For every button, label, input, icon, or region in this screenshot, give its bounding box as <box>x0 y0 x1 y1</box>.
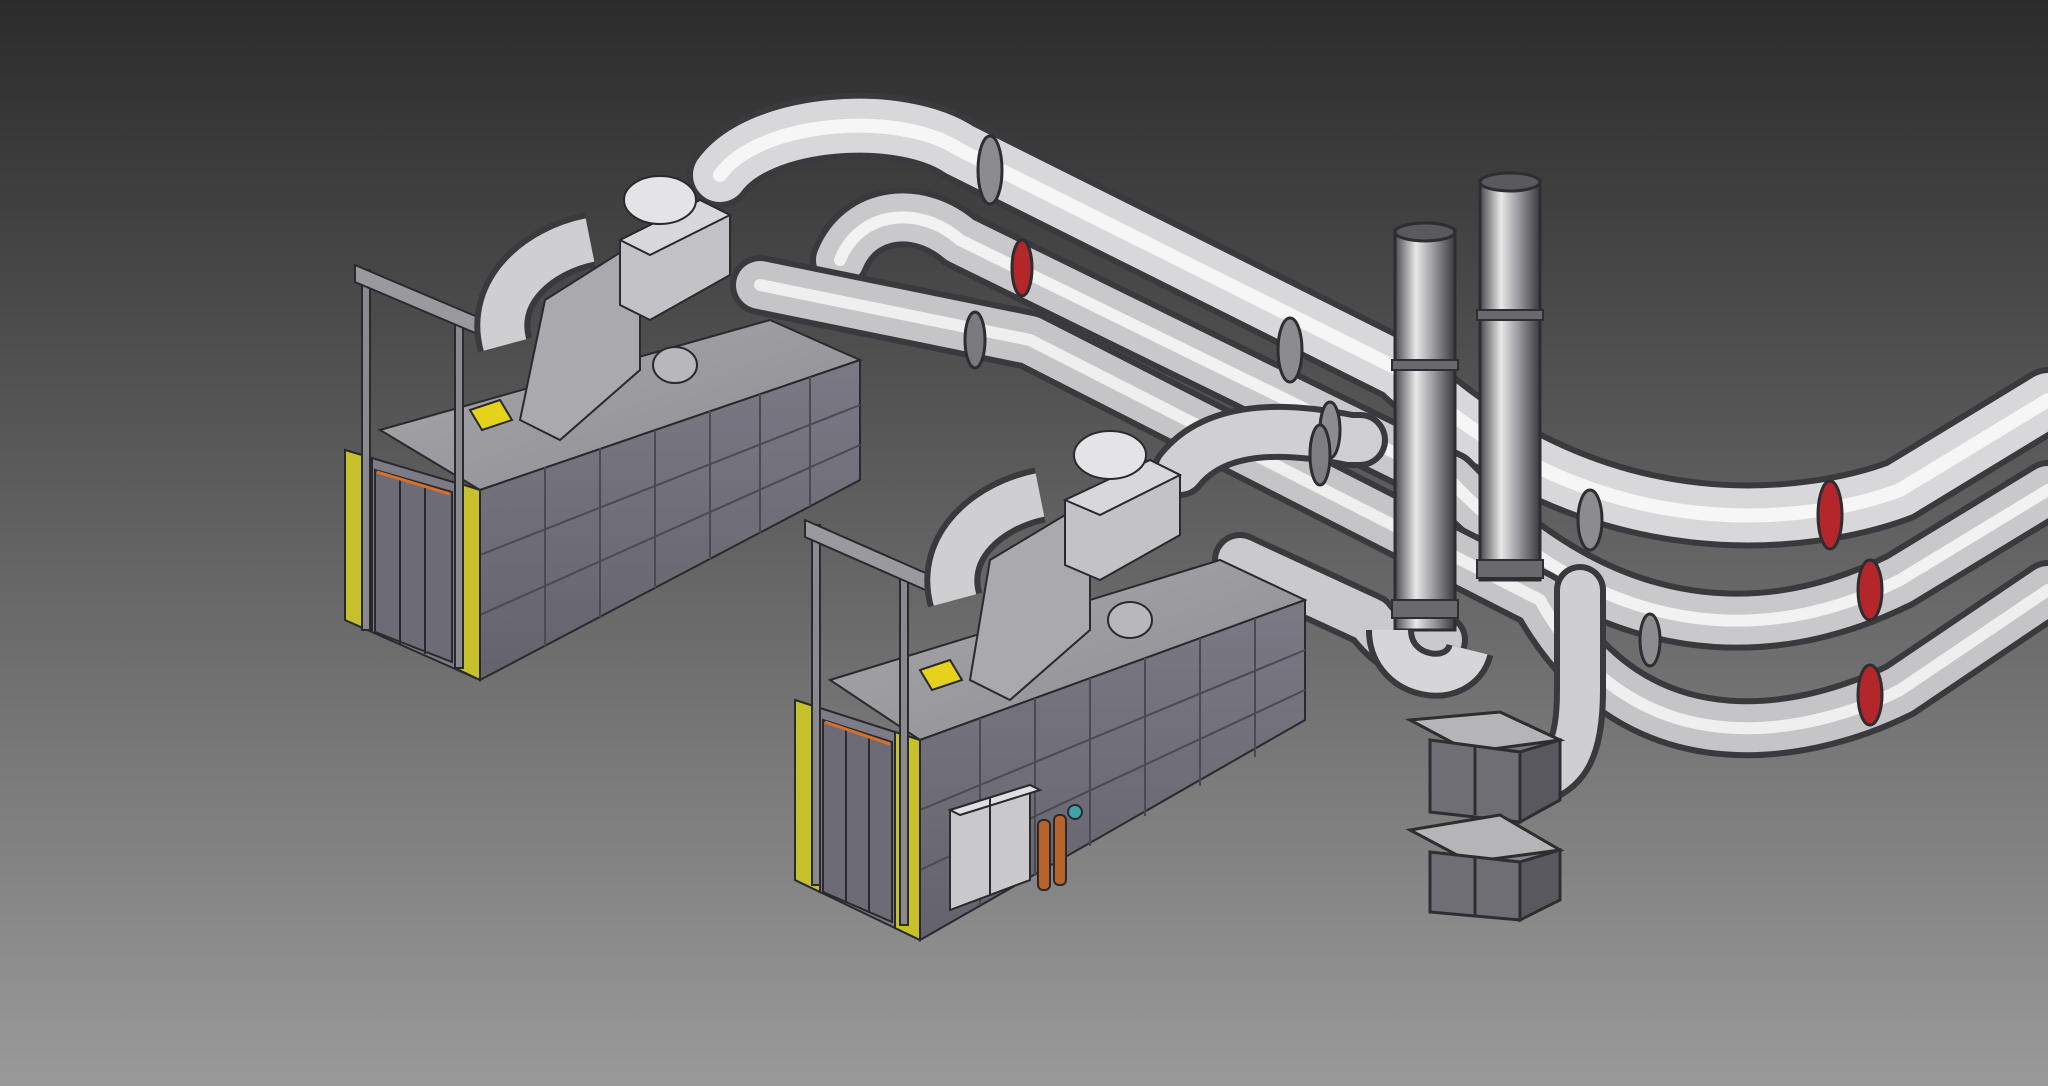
lift-mast <box>361 269 371 631</box>
gas-bottle <box>1053 814 1067 886</box>
stack-right <box>1476 171 1544 582</box>
plant-3d-model <box>0 0 2048 1086</box>
door <box>374 468 453 664</box>
cad-viewport[interactable] <box>0 0 2048 1086</box>
hood-upper <box>1404 710 1566 825</box>
flange <box>1308 423 1332 487</box>
flange <box>1638 612 1662 668</box>
fan-motor <box>1107 601 1153 639</box>
gas-bottle <box>1037 819 1051 891</box>
stack-left <box>1391 221 1459 632</box>
flange-red <box>1856 663 1884 727</box>
fan-scroll <box>1073 430 1147 480</box>
lift-mast <box>899 574 909 926</box>
flange <box>976 134 1004 206</box>
flange <box>963 310 987 370</box>
fan-scroll <box>623 175 697 225</box>
flange <box>1276 316 1304 384</box>
flange-red <box>1856 558 1884 622</box>
lift-mast <box>811 524 821 886</box>
flange <box>1576 488 1604 552</box>
flange-red <box>1816 479 1844 551</box>
fan-motor <box>652 346 698 384</box>
door <box>822 718 893 924</box>
flange-red <box>1010 238 1034 298</box>
gas-regulator <box>1067 804 1083 820</box>
lift-mast <box>454 317 464 669</box>
